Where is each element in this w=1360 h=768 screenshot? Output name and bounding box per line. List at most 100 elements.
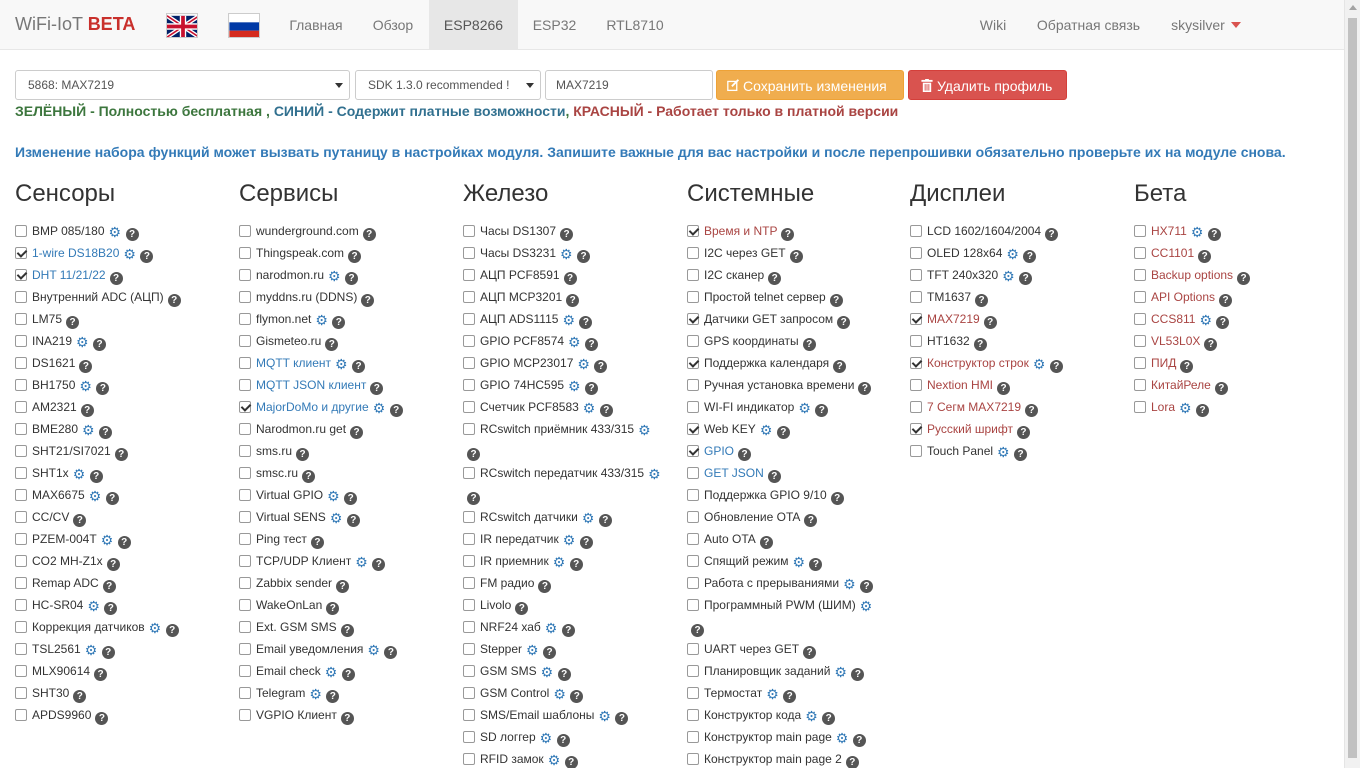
feature-label[interactable]: UART через GET (704, 642, 799, 656)
help-icon[interactable]: ? (372, 558, 386, 571)
gear-icon[interactable]: ⚙ (123, 247, 136, 261)
feature-checkbox[interactable] (687, 467, 699, 479)
feature-label[interactable]: MajorDoMo и другие (256, 400, 369, 414)
feature-label[interactable]: narodmon.ru (256, 268, 324, 282)
help-icon[interactable]: ? (94, 668, 108, 681)
help-icon[interactable]: ? (851, 668, 865, 681)
help-icon[interactable]: ? (585, 382, 599, 395)
feature-label[interactable]: IR приемник (480, 554, 549, 568)
feature-checkbox[interactable] (687, 709, 699, 721)
feature-checkbox[interactable] (1134, 247, 1146, 259)
feature-label[interactable]: Telegram (256, 686, 305, 700)
save-button[interactable]: Сохранить изменения (716, 70, 904, 100)
help-icon[interactable]: ? (975, 294, 989, 307)
feature-label[interactable]: HC-SR04 (32, 598, 83, 612)
feature-label[interactable]: API Options (1151, 290, 1215, 304)
feature-label[interactable]: CO2 MH-Z1x (32, 554, 103, 568)
help-icon[interactable]: ? (538, 580, 552, 593)
feature-checkbox[interactable] (463, 709, 475, 721)
feature-label[interactable]: NRF24 хаб (480, 620, 541, 634)
feature-label[interactable]: WI-FI индикатор (704, 400, 794, 414)
help-icon[interactable]: ? (352, 360, 365, 373)
feature-label[interactable]: Работа с прерываниями (704, 576, 839, 590)
help-icon[interactable]: ? (556, 734, 570, 747)
feature-label[interactable]: Stepper (480, 642, 522, 656)
feature-label[interactable]: GPIO 74HC595 (480, 378, 564, 392)
feature-label[interactable]: BMP 085/180 (32, 224, 105, 238)
feature-checkbox[interactable] (687, 269, 699, 281)
help-icon[interactable]: ? (577, 250, 590, 263)
feature-label[interactable]: LM75 (32, 312, 62, 326)
feature-label[interactable]: Поддержка GPIO 9/10 (704, 488, 827, 502)
feature-checkbox[interactable] (910, 335, 922, 347)
nav-wiki[interactable]: Wiki (966, 0, 1020, 50)
gear-icon[interactable]: ⚙ (109, 225, 122, 239)
gear-icon[interactable]: ⚙ (526, 643, 539, 657)
brand[interactable]: WiFi-IoT BETA (15, 14, 135, 35)
help-icon[interactable]: ? (336, 580, 350, 593)
feature-checkbox[interactable] (687, 313, 699, 325)
feature-checkbox[interactable] (463, 313, 475, 325)
help-icon[interactable]: ? (781, 228, 795, 241)
help-icon[interactable]: ? (579, 316, 593, 329)
help-icon[interactable]: ? (73, 690, 87, 703)
feature-checkbox[interactable] (463, 335, 475, 347)
feature-label[interactable]: Thingspeak.com (256, 246, 344, 260)
feature-checkbox[interactable] (687, 247, 699, 259)
delete-button[interactable]: Удалить профиль (908, 70, 1067, 100)
help-icon[interactable]: ? (1049, 360, 1063, 373)
feature-checkbox[interactable] (687, 445, 699, 457)
gear-icon[interactable]: ⚙ (766, 687, 779, 701)
feature-checkbox[interactable] (239, 401, 251, 413)
feature-checkbox[interactable] (910, 357, 922, 369)
gear-icon[interactable]: ⚙ (149, 621, 162, 635)
help-icon[interactable]: ? (830, 492, 844, 505)
feature-checkbox[interactable] (910, 225, 922, 237)
help-icon[interactable]: ? (167, 294, 181, 307)
help-icon[interactable]: ? (89, 470, 103, 483)
feature-label[interactable]: SHT30 (32, 686, 69, 700)
feature-label[interactable]: CC/CV (32, 510, 69, 524)
feature-checkbox[interactable] (1134, 269, 1146, 281)
feature-checkbox[interactable] (15, 225, 27, 237)
gear-icon[interactable]: ⚙ (836, 731, 849, 745)
feature-checkbox[interactable] (687, 753, 699, 765)
feature-checkbox[interactable] (910, 247, 922, 259)
help-icon[interactable]: ? (767, 470, 781, 483)
feature-checkbox[interactable] (15, 621, 27, 633)
feature-label[interactable]: Remap ADC (32, 576, 99, 590)
help-icon[interactable]: ? (1214, 382, 1228, 395)
help-icon[interactable]: ? (1045, 228, 1059, 241)
help-icon[interactable]: ? (566, 294, 580, 307)
gear-icon[interactable]: ⚙ (540, 731, 553, 745)
feature-checkbox[interactable] (15, 555, 27, 567)
feature-checkbox[interactable] (239, 555, 251, 567)
gear-icon[interactable]: ⚙ (1033, 357, 1046, 371)
feature-label[interactable]: 7 Сегм MAX7219 (927, 400, 1021, 414)
feature-label[interactable]: Web KEY (704, 422, 756, 436)
help-icon[interactable]: ? (165, 624, 179, 637)
feature-checkbox[interactable] (239, 621, 251, 633)
feature-checkbox[interactable] (910, 291, 922, 303)
help-icon[interactable]: ? (997, 382, 1011, 395)
feature-label[interactable]: Ping тест (256, 532, 307, 546)
feature-checkbox[interactable] (15, 335, 27, 347)
help-icon[interactable]: ? (1180, 360, 1194, 373)
feature-checkbox[interactable] (687, 731, 699, 743)
gear-icon[interactable]: ⚙ (798, 401, 811, 415)
feature-label[interactable]: Часы DS3231 (480, 246, 556, 260)
help-icon[interactable]: ? (1019, 272, 1033, 285)
gear-icon[interactable]: ⚙ (560, 247, 573, 261)
feature-label[interactable]: GET JSON (704, 466, 764, 480)
gear-icon[interactable]: ⚙ (328, 269, 341, 283)
feature-checkbox[interactable] (687, 379, 699, 391)
gear-icon[interactable]: ⚙ (577, 357, 590, 371)
feature-label[interactable]: BH1750 (32, 378, 75, 392)
feature-label[interactable]: IR передатчик (480, 532, 559, 546)
feature-checkbox[interactable] (239, 533, 251, 545)
feature-label[interactable]: I2C сканер (704, 268, 764, 282)
feature-checkbox[interactable] (239, 511, 251, 523)
nav-rtl8710[interactable]: RTL8710 (591, 0, 679, 50)
feature-checkbox[interactable] (15, 379, 27, 391)
feature-checkbox[interactable] (463, 247, 475, 259)
